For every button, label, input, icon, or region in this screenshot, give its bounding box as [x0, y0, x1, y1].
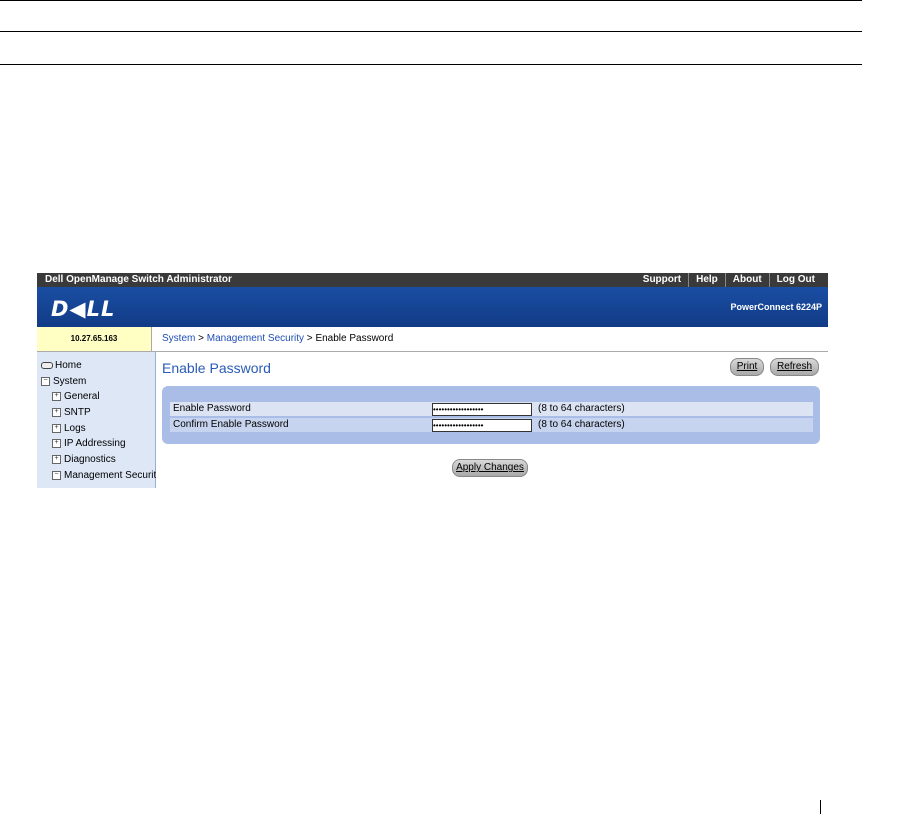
breadcrumb-separator: >: [195, 333, 207, 344]
sidebar-item-ip-addressing[interactable]: + IP Addressing: [52, 438, 126, 449]
apply-changes-button[interactable]: Apply Changes: [452, 459, 528, 477]
sidebar-item-label: General: [64, 391, 100, 402]
brand-banner: D◀LL PowerConnect 6224P: [37, 287, 828, 327]
enable-password-hint: (8 to 64 characters): [538, 403, 625, 414]
logout-link[interactable]: Log Out: [768, 273, 822, 287]
home-icon: [41, 362, 53, 369]
sidebar-nav: Home − System + General + SNTP + Logs + …: [37, 352, 161, 488]
breadcrumb-management-security-link[interactable]: Management Security: [207, 333, 304, 344]
sidebar-item-label: Management Security: [64, 470, 162, 481]
sidebar-item-diagnostics[interactable]: + Diagnostics: [52, 454, 116, 465]
breadcrumb-current: Enable Password: [315, 333, 394, 344]
breadcrumb-system-link[interactable]: System: [162, 333, 195, 344]
header-rule-middle: [0, 31, 862, 32]
top-bar: Dell OpenManage Switch Administrator Sup…: [37, 273, 828, 287]
sidebar-item-general[interactable]: + General: [52, 391, 100, 402]
confirm-password-hint: (8 to 64 characters): [538, 419, 625, 430]
sidebar-item-label: IP Addressing: [64, 438, 126, 449]
ip-address: 10.27.65.163: [37, 327, 152, 352]
expand-icon[interactable]: +: [52, 392, 61, 401]
sidebar-item-label: Diagnostics: [64, 454, 116, 465]
form-row-confirm-password: Confirm Enable Password ••••••••••••••••…: [170, 418, 813, 432]
enable-password-input[interactable]: ••••••••••••••••••: [432, 403, 532, 416]
model-name: PowerConnect 6224P: [730, 302, 822, 312]
page-title: Enable Password: [162, 360, 271, 376]
sidebar-item-home[interactable]: Home: [41, 360, 82, 371]
breadcrumb-separator: >: [304, 333, 316, 344]
header-rule-top: [0, 0, 862, 1]
print-button[interactable]: Print: [730, 358, 764, 376]
main-content: Enable Password Print Refresh Enable Pas…: [156, 352, 828, 488]
confirm-password-input[interactable]: ••••••••••••••••••: [432, 419, 532, 432]
about-link[interactable]: About: [724, 273, 769, 287]
dell-logo: D◀LL: [51, 297, 116, 321]
expand-icon[interactable]: +: [52, 408, 61, 417]
expand-icon[interactable]: +: [52, 439, 61, 448]
collapse-icon[interactable]: −: [41, 377, 50, 386]
switch-admin-screenshot: Dell OpenManage Switch Administrator Sup…: [37, 273, 828, 488]
expand-icon[interactable]: +: [52, 455, 61, 464]
password-form-panel: Enable Password •••••••••••••••••• (8 to…: [162, 386, 820, 444]
confirm-password-label: Confirm Enable Password: [173, 419, 289, 430]
sidebar-item-label: System: [53, 376, 87, 387]
sidebar-item-management-security[interactable]: − Management Security: [52, 470, 161, 481]
breadcrumb: System > Management Security > Enable Pa…: [152, 327, 828, 352]
form-row-enable-password: Enable Password •••••••••••••••••• (8 to…: [170, 402, 813, 416]
help-link[interactable]: Help: [688, 273, 725, 287]
enable-password-label: Enable Password: [173, 403, 251, 414]
expand-icon[interactable]: +: [52, 424, 61, 433]
top-links: Support Help About Log Out: [636, 273, 822, 287]
sidebar-item-system[interactable]: − System: [41, 376, 86, 387]
page-margin-mark: [820, 800, 821, 814]
header-rule-bottom: [0, 64, 862, 65]
sidebar-item-label: SNTP: [64, 407, 91, 418]
app-title: Dell OpenManage Switch Administrator: [45, 274, 232, 285]
refresh-button[interactable]: Refresh: [770, 358, 819, 376]
support-link[interactable]: Support: [636, 273, 688, 287]
sidebar-item-sntp[interactable]: + SNTP: [52, 407, 91, 418]
collapse-icon[interactable]: −: [52, 471, 61, 480]
sidebar-item-label: Home: [55, 360, 82, 371]
sidebar-item-label: Logs: [64, 423, 86, 434]
sidebar-item-logs[interactable]: + Logs: [52, 423, 86, 434]
